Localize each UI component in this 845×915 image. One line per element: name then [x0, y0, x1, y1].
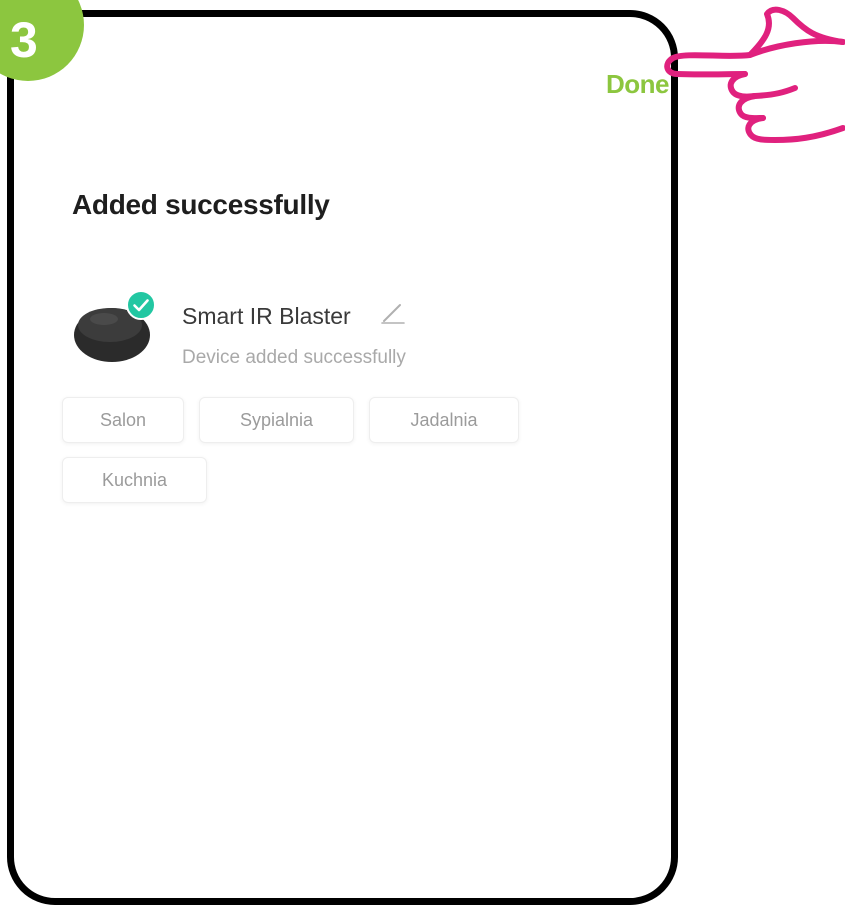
room-chip-salon[interactable]: Salon — [62, 397, 184, 443]
check-badge-icon — [126, 290, 156, 320]
device-row: Smart IR Blaster Device added successful… — [70, 287, 510, 377]
step-number-badge: 3 — [0, 0, 84, 81]
pencil-icon[interactable] — [380, 299, 406, 325]
room-chip-jadalnia[interactable]: Jadalnia — [369, 397, 519, 443]
page-title: Added successfully — [72, 189, 330, 220]
pointing-hand-icon — [664, 6, 845, 143]
device-name: Smart IR Blaster — [182, 303, 351, 329]
room-chip-kuchnia[interactable]: Kuchnia — [62, 457, 207, 503]
device-status: Device added successfully — [182, 347, 406, 368]
step-number: 3 — [10, 12, 38, 68]
room-chip-sypialnia[interactable]: Sypialnia — [199, 397, 354, 443]
phone-frame: 3 Done Added successfully Smart IR Blast… — [0, 0, 678, 905]
